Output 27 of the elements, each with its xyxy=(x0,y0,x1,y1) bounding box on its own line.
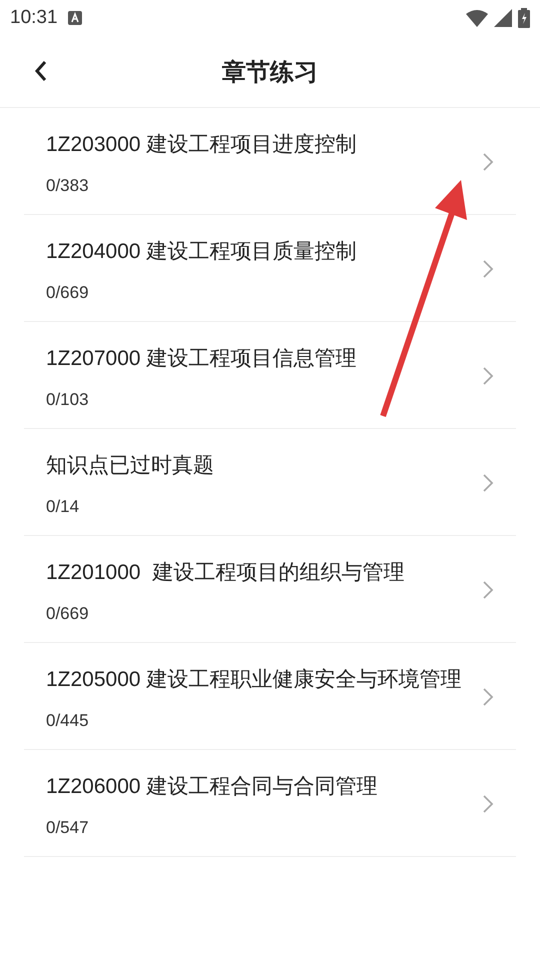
battery-icon xyxy=(518,8,530,28)
progress-count: 0/383 xyxy=(46,176,90,196)
progress-count: 0/445 xyxy=(46,711,90,731)
progress-count: 0/547 xyxy=(46,818,90,838)
chevron-icon xyxy=(482,580,494,600)
chevron-icon xyxy=(482,152,494,172)
chevron-icon xyxy=(482,794,494,814)
chevron-icon xyxy=(482,473,494,493)
progress-count: 0/669 xyxy=(46,604,90,624)
chapter-title: 1Z205000 建设工程职业健康安全与环境管理 xyxy=(46,667,462,693)
chevron-icon xyxy=(482,687,494,707)
progress-count: 0/14 xyxy=(46,497,80,517)
notification-icon xyxy=(68,11,82,25)
wifi-icon xyxy=(466,9,488,27)
progress-count: 0/103 xyxy=(46,390,90,410)
status-time: 10:31 xyxy=(10,7,58,29)
chapter-title: 1Z201000 建设工程项目的组织与管理 xyxy=(46,560,406,586)
chevron-icon xyxy=(482,259,494,279)
chapter-title: 1Z203000 建设工程项目进度控制 xyxy=(46,132,358,158)
chapter-title: 1Z204000 建设工程项目质量控制 xyxy=(46,239,358,265)
chevron-icon xyxy=(482,366,494,386)
signal-icon xyxy=(494,9,512,27)
chapter-title: 知识点已过时真题 xyxy=(46,453,215,479)
chapter-title: 1Z206000 建设工程合同与合同管理 xyxy=(46,774,378,800)
chapter-title: 1Z207000 建设工程项目信息管理 xyxy=(46,346,358,372)
page-title: 章节练习 xyxy=(222,58,318,88)
progress-count: 0/669 xyxy=(46,283,90,303)
